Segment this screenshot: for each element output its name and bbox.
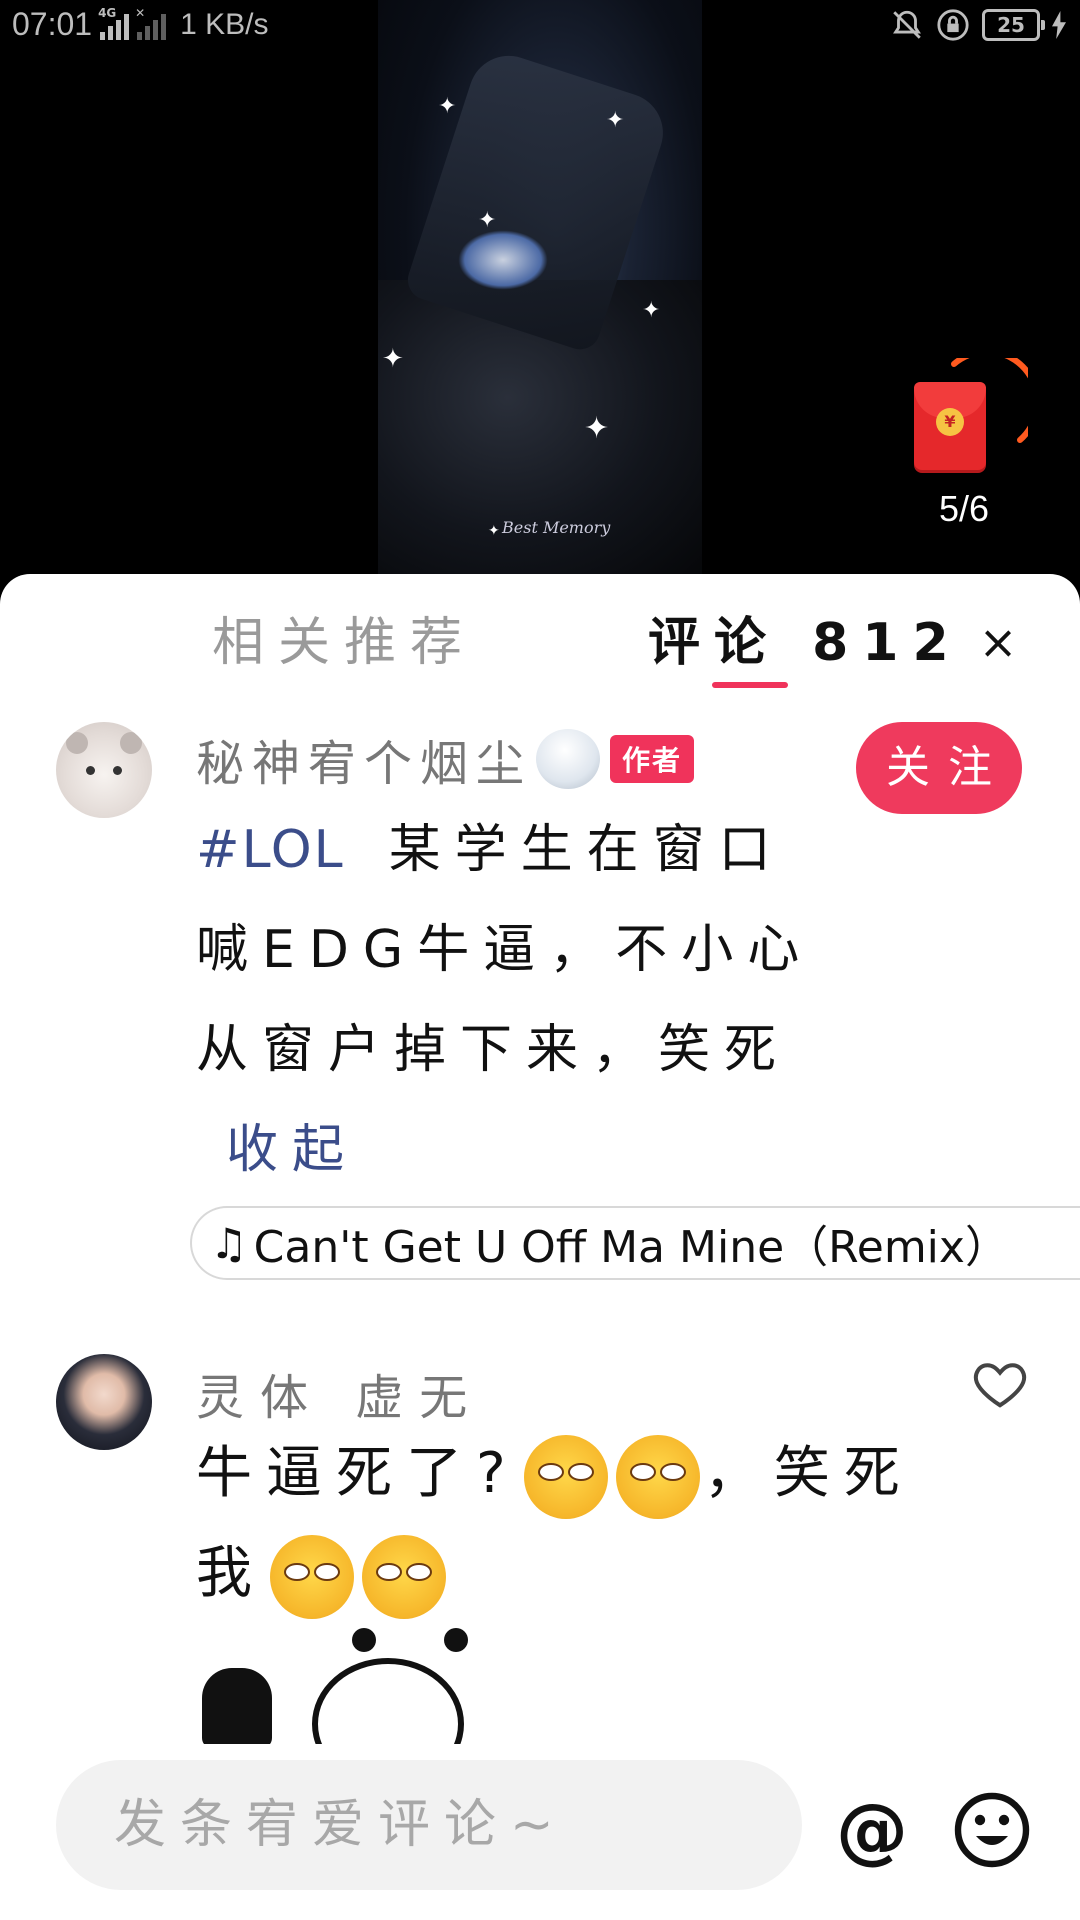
meme-sticker-image[interactable] bbox=[192, 1628, 482, 1744]
comment-part-2: ，笑死 bbox=[703, 1441, 914, 1506]
coin-icon: ¥ bbox=[936, 408, 964, 436]
hashtag-link[interactable]: #LOL bbox=[196, 820, 345, 880]
signal-4g-icon: 4G bbox=[98, 6, 130, 40]
at-mention-icon[interactable]: @ bbox=[832, 1790, 912, 1870]
red-packet-widget[interactable]: ¥ 5/6 bbox=[910, 358, 1030, 538]
signal-no-service-icon: ✕ bbox=[135, 6, 167, 40]
bell-muted-icon bbox=[893, 10, 921, 39]
commenter-avatar[interactable] bbox=[56, 1354, 152, 1450]
music-title: Can't Get U Off Ma Mine（Remix） bbox=[253, 1222, 1009, 1273]
comment-input[interactable] bbox=[56, 1760, 802, 1890]
author-name-row: 秘神宥个烟尘 作者 bbox=[196, 724, 695, 794]
tab-indicator bbox=[712, 682, 788, 688]
rice-bowl-emoji-icon bbox=[536, 729, 601, 789]
video-light bbox=[458, 230, 548, 290]
smirk-emoji-icon bbox=[523, 1434, 608, 1519]
music-note-icon: ♫ bbox=[210, 1218, 248, 1268]
network-speed: 1 KB/s bbox=[180, 7, 269, 41]
tab-comments[interactable]: 评论 812 bbox=[648, 600, 963, 675]
music-chip[interactable]: ♫ Can't Get U Off Ma Mine（Remix） bbox=[190, 1206, 1080, 1280]
charging-icon bbox=[1052, 11, 1066, 39]
comment-sheet: 相关推荐 评论 812 × 秘神宥个烟尘 作者 关注 #LOL 某学生在窗口喊ED… bbox=[0, 574, 1080, 1920]
commenter-name[interactable]: 灵体 虚无 bbox=[196, 1358, 483, 1428]
sparkle-icon: ✦ bbox=[488, 523, 500, 539]
author-badge: 作者 bbox=[610, 735, 695, 783]
status-bar: 07:01 4G ✕ 1 KB/s 25 bbox=[0, 0, 1080, 54]
tab-recommend[interactable]: 相关推荐 bbox=[212, 600, 476, 675]
follow-button[interactable]: 关注 bbox=[856, 722, 1022, 814]
close-button[interactable]: × bbox=[970, 614, 1026, 670]
smirk-emoji-icon bbox=[362, 1534, 446, 1619]
sparkle-icon: ✦ bbox=[438, 94, 457, 119]
smirk-emoji-icon bbox=[615, 1434, 700, 1519]
sparkle-icon: ✦ bbox=[478, 208, 497, 233]
video-watermark: Best Memory bbox=[502, 518, 611, 537]
comment-part-1: 牛逼死了? bbox=[196, 1441, 520, 1506]
red-envelope-icon: ¥ bbox=[914, 382, 986, 470]
comment-text: 牛逼死了? ，笑死 我 bbox=[196, 1424, 956, 1624]
sparkle-icon: ✦ bbox=[584, 411, 610, 446]
tab-bar: 相关推荐 评论 812 × bbox=[0, 574, 1080, 688]
heart-icon[interactable] bbox=[970, 1354, 1030, 1414]
battery-icon: 25 bbox=[982, 9, 1045, 41]
video-player[interactable]: ✦ ✦ ✦ ✦ ✦ ✦ ✦ Best Memory bbox=[378, 0, 702, 574]
comment-part-3: 我 bbox=[196, 1541, 266, 1606]
post-text: #LOL 某学生在窗口喊EDG牛逼，不小心从窗户掉下来，笑死收起 bbox=[196, 800, 836, 1200]
collapse-link[interactable]: 收起 bbox=[226, 1120, 358, 1180]
author-avatar[interactable] bbox=[56, 722, 152, 818]
author-name[interactable]: 秘神宥个烟尘 bbox=[196, 724, 532, 794]
sparkle-icon: ✦ bbox=[642, 298, 661, 323]
status-time: 07:01 bbox=[12, 6, 93, 42]
smirk-emoji-icon bbox=[270, 1534, 354, 1619]
comment-input-bar: @ bbox=[0, 1744, 1080, 1920]
sparkle-icon: ✦ bbox=[606, 108, 625, 133]
emoji-icon[interactable] bbox=[952, 1790, 1032, 1870]
rotation-lock-icon bbox=[937, 9, 969, 41]
sparkle-icon: ✦ bbox=[382, 344, 404, 374]
red-packet-count: 5/6 bbox=[938, 488, 990, 529]
